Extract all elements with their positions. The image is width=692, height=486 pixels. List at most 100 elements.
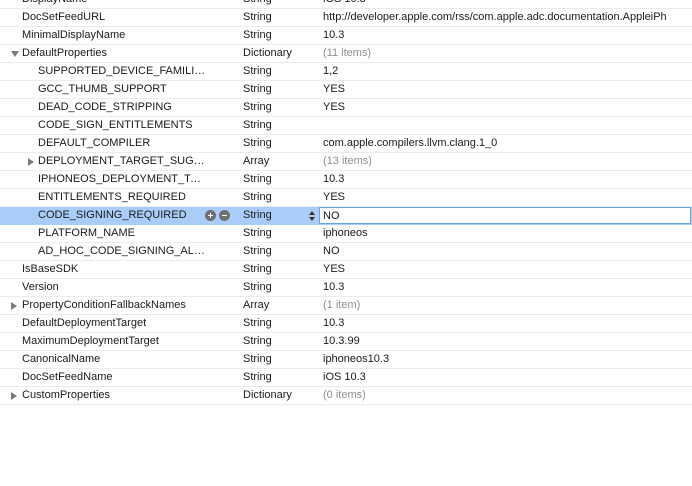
value-cell[interactable]: com.apple.compilers.llvm.clang.1_0: [323, 135, 692, 152]
plist-row-entitlements-required[interactable]: ENTITLEMENTS_REQUIRED String YES: [0, 189, 692, 207]
plist-row-canonicalname[interactable]: CanonicalName String iphoneos10.3: [0, 351, 692, 369]
value-edit-field[interactable]: [319, 207, 691, 224]
plist-row-defaultdeploymenttarget[interactable]: DefaultDeploymentTarget String 10.3: [0, 315, 692, 333]
key-cell[interactable]: DisplayName: [0, 0, 236, 8]
type-cell[interactable]: String: [243, 315, 313, 332]
plist-row-iphoneos-deployment-target[interactable]: IPHONEOS_DEPLOYMENT_TARGET String 10.3: [0, 171, 692, 189]
key-cell[interactable]: AD_HOC_CODE_SIGNING_ALLOWED: [0, 243, 236, 260]
plist-row-supported-device-families[interactable]: SUPPORTED_DEVICE_FAMILIES String 1,2: [0, 63, 692, 81]
value-cell[interactable]: NO: [323, 243, 692, 260]
key-cell[interactable]: DefaultProperties: [0, 45, 236, 62]
key-cell[interactable]: MinimalDisplayName: [0, 27, 236, 44]
value-cell[interactable]: iOS 10.3: [323, 369, 692, 386]
plist-row-defaultproperties[interactable]: DefaultProperties Dictionary (11 items): [0, 45, 692, 63]
type-cell[interactable]: String: [243, 369, 313, 386]
key-cell[interactable]: IPHONEOS_DEPLOYMENT_TARGET: [0, 171, 236, 188]
key-cell[interactable]: SUPPORTED_DEVICE_FAMILIES: [0, 63, 236, 80]
value-cell[interactable]: [323, 117, 692, 134]
value-cell[interactable]: YES: [323, 81, 692, 98]
key-cell[interactable]: DefaultDeploymentTarget: [0, 315, 236, 332]
plist-row-docsetfeedurl[interactable]: DocSetFeedURL String http://developer.ap…: [0, 9, 692, 27]
value-cell[interactable]: YES: [323, 99, 692, 116]
type-cell[interactable]: String: [243, 81, 313, 98]
plist-row-docsetfeedname[interactable]: DocSetFeedName String iOS 10.3: [0, 369, 692, 387]
type-cell[interactable]: String: [243, 9, 313, 26]
plist-row-maximumdeploymenttarget[interactable]: MaximumDeploymentTarget String 10.3.99: [0, 333, 692, 351]
key-cell[interactable]: GCC_THUMB_SUPPORT: [0, 81, 236, 98]
type-cell[interactable]: String: [243, 333, 313, 350]
plist-row-propertyconditionfallbacknames[interactable]: PropertyConditionFallbackNames Array (1 …: [0, 297, 692, 315]
remove-row-icon[interactable]: [219, 210, 230, 221]
collapsed-icon[interactable]: [11, 302, 17, 310]
key-cell[interactable]: ENTITLEMENTS_REQUIRED: [0, 189, 236, 206]
value-cell[interactable]: 10.3: [323, 315, 692, 332]
key-cell[interactable]: CODE_SIGNING_REQUIRED: [0, 207, 236, 224]
value-cell[interactable]: 10.3: [323, 279, 692, 296]
value-cell[interactable]: YES: [323, 261, 692, 278]
type-cell[interactable]: String: [243, 117, 313, 134]
plist-row-minimaldisplayname[interactable]: MinimalDisplayName String 10.3: [0, 27, 692, 45]
type-cell[interactable]: Dictionary: [243, 387, 313, 404]
key-cell[interactable]: PropertyConditionFallbackNames: [0, 297, 236, 314]
plist-row-default-compiler[interactable]: DEFAULT_COMPILER String com.apple.compil…: [0, 135, 692, 153]
type-cell[interactable]: String: [243, 63, 313, 80]
type-cell[interactable]: String: [243, 171, 313, 188]
plist-row-gcc-thumb-support[interactable]: GCC_THUMB_SUPPORT String YES: [0, 81, 692, 99]
value-cell[interactable]: YES: [323, 189, 692, 206]
type-cell[interactable]: String: [243, 135, 313, 152]
plist-row-code-sign-entitlements[interactable]: CODE_SIGN_ENTITLEMENTS String: [0, 117, 692, 135]
plist-row-ad-hoc-code-signing-allowed[interactable]: AD_HOC_CODE_SIGNING_ALLOWED String NO: [0, 243, 692, 261]
plist-row-code-signing-required[interactable]: CODE_SIGNING_REQUIRED String: [0, 207, 692, 225]
value-cell[interactable]: 10.3.99: [323, 333, 692, 350]
value-cell[interactable]: http://developer.apple.com/rss/com.apple…: [323, 9, 692, 26]
type-cell[interactable]: String: [243, 189, 313, 206]
type-cell[interactable]: String: [243, 279, 313, 296]
key-cell[interactable]: MaximumDeploymentTarget: [0, 333, 236, 350]
key-cell[interactable]: PLATFORM_NAME: [0, 225, 236, 242]
value-cell[interactable]: iphoneos10.3: [323, 351, 692, 368]
plist-row-displayname[interactable]: DisplayName String iOS 10.3: [0, 0, 692, 9]
type-cell[interactable]: String: [243, 0, 313, 8]
value-cell[interactable]: 1,2: [323, 63, 692, 80]
plist-row-deployment-target-suggested[interactable]: DEPLOYMENT_TARGET_SUGGESTE... Array (13 …: [0, 153, 692, 171]
type-cell[interactable]: String: [243, 261, 313, 278]
type-cell[interactable]: String: [243, 243, 313, 260]
key-cell[interactable]: CustomProperties: [0, 387, 236, 404]
type-cell[interactable]: String: [243, 27, 313, 44]
plist-row-customproperties[interactable]: CustomProperties Dictionary (0 items): [0, 387, 692, 405]
type-popup[interactable]: String: [243, 207, 313, 224]
plist-row-isbasesdk[interactable]: IsBaseSDK String YES: [0, 261, 692, 279]
plist-row-dead-code-stripping[interactable]: DEAD_CODE_STRIPPING String YES: [0, 99, 692, 117]
key-label: MinimalDisplayName: [22, 29, 126, 41]
key-cell[interactable]: CanonicalName: [0, 351, 236, 368]
value-cell[interactable]: 10.3: [323, 171, 692, 188]
value-cell[interactable]: iOS 10.3: [323, 0, 692, 8]
type-cell[interactable]: Dictionary: [243, 45, 313, 62]
key-cell[interactable]: DocSetFeedURL: [0, 9, 236, 26]
collapsed-icon[interactable]: [11, 392, 17, 400]
key-cell[interactable]: IsBaseSDK: [0, 261, 236, 278]
plist-row-platform-name[interactable]: PLATFORM_NAME String iphoneos: [0, 225, 692, 243]
key-cell[interactable]: DEAD_CODE_STRIPPING: [0, 99, 236, 116]
collapsed-icon[interactable]: [28, 158, 34, 166]
add-row-icon[interactable]: [205, 210, 216, 221]
key-label: DefaultProperties: [22, 47, 107, 59]
key-cell[interactable]: DocSetFeedName: [0, 369, 236, 386]
type-stepper-icon[interactable]: [308, 210, 316, 222]
value-cell[interactable]: iphoneos: [323, 225, 692, 242]
key-label: IPHONEOS_DEPLOYMENT_TARGET: [38, 173, 206, 185]
key-label: PLATFORM_NAME: [38, 227, 135, 239]
plist-row-version[interactable]: Version String 10.3: [0, 279, 692, 297]
type-cell[interactable]: String: [243, 351, 313, 368]
key-cell[interactable]: DEFAULT_COMPILER: [0, 135, 236, 152]
key-cell[interactable]: Version: [0, 279, 236, 296]
key-label: DEAD_CODE_STRIPPING: [38, 101, 172, 113]
type-cell[interactable]: String: [243, 99, 313, 116]
expanded-icon[interactable]: [11, 51, 19, 57]
type-cell[interactable]: Array: [243, 153, 313, 170]
type-cell[interactable]: Array: [243, 297, 313, 314]
value-cell[interactable]: 10.3: [323, 27, 692, 44]
key-cell[interactable]: CODE_SIGN_ENTITLEMENTS: [0, 117, 236, 134]
key-cell[interactable]: DEPLOYMENT_TARGET_SUGGESTE...: [0, 153, 236, 170]
type-cell[interactable]: String: [243, 225, 313, 242]
